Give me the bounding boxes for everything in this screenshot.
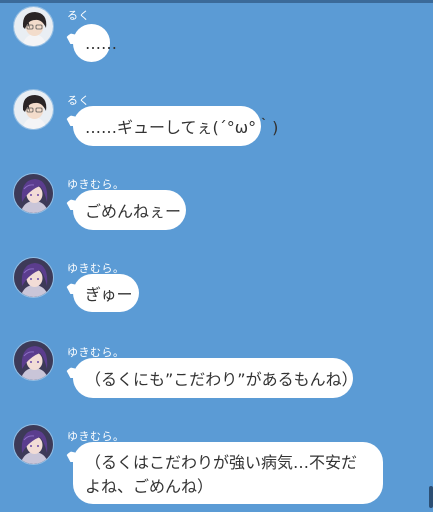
female-avatar-icon xyxy=(14,174,53,213)
sender-name: るく xyxy=(67,94,90,107)
female-avatar-icon xyxy=(14,425,53,464)
message-bubble[interactable]: ……ギューしてぇ(´°ω°｀) xyxy=(73,106,278,146)
message-bubble[interactable]: （るくはこだわりが強い病気…不安だよね、ごめんね） xyxy=(73,442,383,504)
sender-avatar[interactable] xyxy=(13,424,54,465)
sender-avatar[interactable] xyxy=(13,89,54,130)
message-bubble[interactable]: （るくにも”こだわり”があるもんね） xyxy=(73,358,358,398)
message-bubble[interactable]: …… xyxy=(73,24,117,62)
scrollbar-thumb[interactable] xyxy=(429,486,433,508)
sender-avatar[interactable] xyxy=(13,257,54,298)
message-bubble[interactable]: ごめんねぇー xyxy=(73,190,186,230)
top-bar xyxy=(0,0,433,3)
male-avatar-icon xyxy=(14,90,53,129)
sender-avatar[interactable] xyxy=(13,6,54,47)
female-avatar-icon xyxy=(14,258,53,297)
sender-name: るく xyxy=(67,9,90,22)
female-avatar-icon xyxy=(14,341,53,380)
sender-avatar[interactable] xyxy=(13,173,54,214)
sender-avatar[interactable] xyxy=(13,340,54,381)
message-bubble[interactable]: ぎゅー xyxy=(73,274,139,312)
male-avatar-icon xyxy=(14,7,53,46)
